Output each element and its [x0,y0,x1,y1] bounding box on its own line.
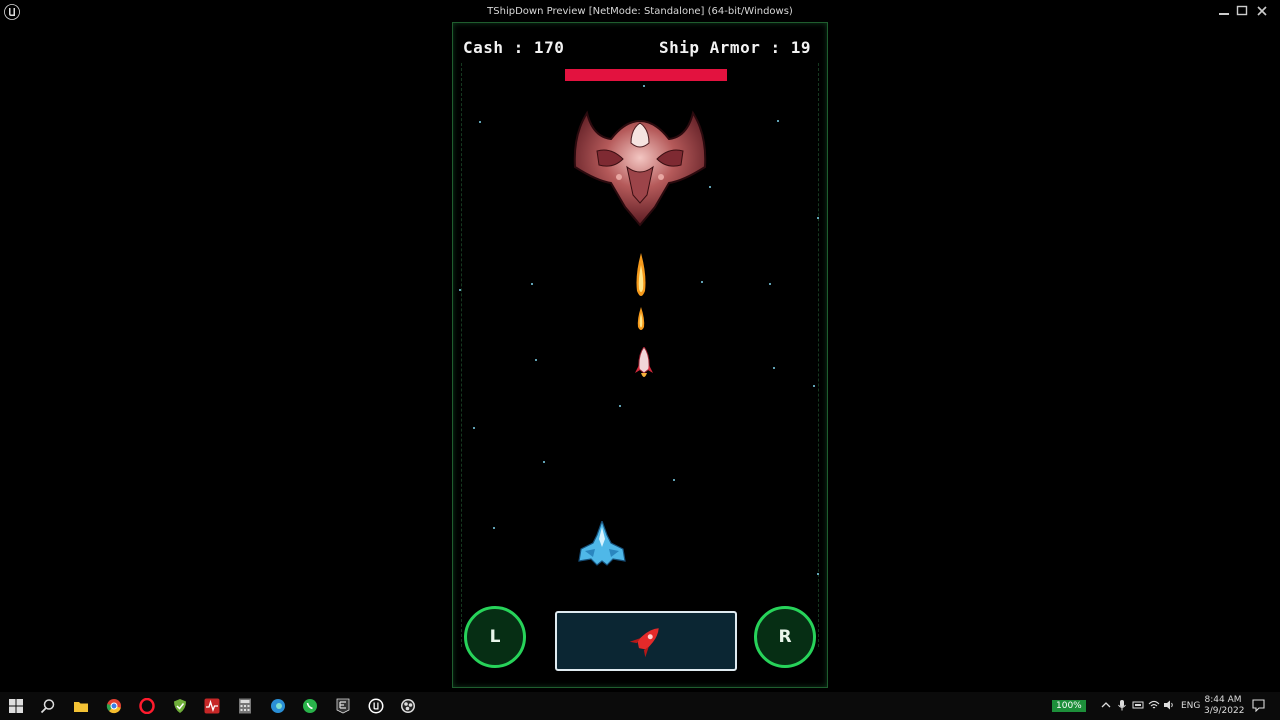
tray-date: 3/9/2022 [1204,706,1245,716]
star [817,573,819,575]
move-left-button[interactable]: L [464,606,526,668]
notification-icon[interactable] [1252,699,1265,712]
tray-time: 8:44 AM [1204,695,1242,705]
star [773,367,775,369]
search-icon[interactable] [40,698,56,714]
ship-armor-counter: Ship Armor : 19 [659,38,811,57]
opera-icon[interactable] [139,698,155,714]
star [619,405,621,407]
boss-health-fill [565,69,727,81]
network-device-icon[interactable] [1132,699,1144,711]
window-title-bar: TShipDown Preview [NetMode: Standalone] … [0,0,1280,24]
maximize-icon[interactable] [1234,3,1250,19]
whatsapp-icon[interactable] [302,698,318,714]
star [673,479,675,481]
rocket-icon [629,628,659,658]
unreal-engine-icon[interactable] [368,698,384,714]
boss-ship-sprite [573,110,707,227]
vpn-shield-icon[interactable] [172,698,188,714]
chevron-up-icon[interactable] [1100,699,1112,711]
move-left-label: L [489,627,501,647]
calculator-icon[interactable] [237,698,253,714]
close-icon[interactable] [1254,3,1270,19]
right-boundary [817,63,819,647]
star [643,85,645,87]
tray-language[interactable]: ENG [1181,701,1200,711]
volume-icon[interactable] [1163,699,1175,711]
game-viewport[interactable]: Cash : 170 Ship Armor : 19 L R [452,22,828,688]
epic-games-icon[interactable] [335,698,351,714]
minimize-icon[interactable] [1216,3,1232,19]
obs-icon[interactable] [400,698,416,714]
star [479,121,481,123]
windows-taskbar: 100% ENG 8:44 AM 3/9/2022 [0,692,1280,720]
star [813,385,815,387]
cash-counter: Cash : 170 [463,38,565,57]
star [459,289,461,291]
activity-monitor-icon[interactable] [204,698,220,714]
file-explorer-icon[interactable] [73,698,89,714]
edge-icon[interactable] [270,698,286,714]
move-right-label: R [778,627,792,647]
star [777,120,779,122]
player-ship-sprite [578,521,626,566]
boss-health-bar [565,69,727,81]
star [531,283,533,285]
star [493,527,495,529]
windows-start-icon[interactable] [8,698,24,714]
star [535,359,537,361]
star [473,427,475,429]
left-boundary [461,63,463,647]
star [769,283,771,285]
chrome-icon[interactable] [106,698,122,714]
star [817,217,819,219]
fire-missile-button[interactable] [555,611,737,671]
window-title: TShipDown Preview [NetMode: Standalone] … [487,6,793,17]
enemy-fireball [637,307,645,330]
star [701,281,703,283]
tray-clock[interactable]: 8:44 AM 3/9/2022 [1204,695,1245,717]
wifi-icon[interactable] [1148,699,1160,711]
tray-zoom-indicator[interactable]: 100% [1052,700,1086,712]
star [543,461,545,463]
player-missile [635,347,653,377]
move-right-button[interactable]: R [754,606,816,668]
microphone-icon[interactable] [1116,699,1128,711]
enemy-fireball [636,253,646,296]
